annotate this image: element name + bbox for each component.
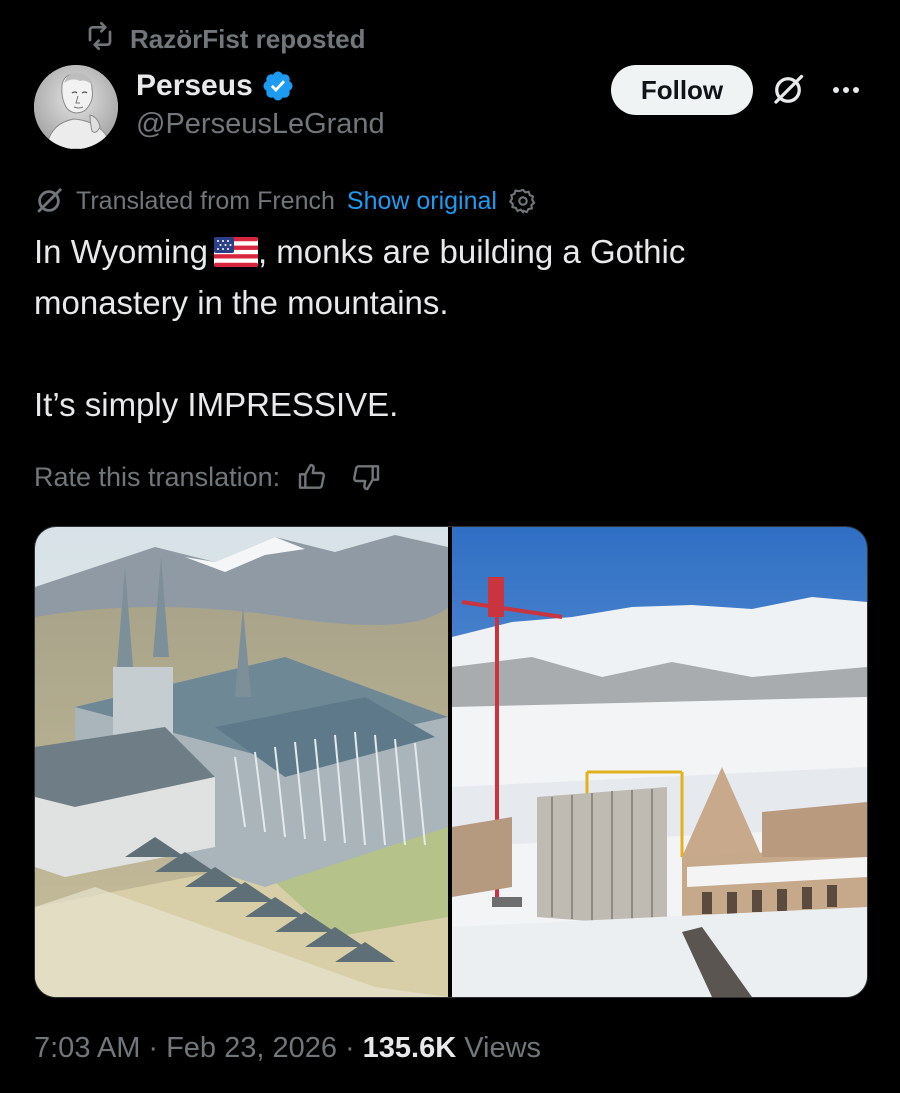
grok-translate-icon xyxy=(34,186,64,216)
tweet-line-3: It’s simply IMPRESSIVE. xyxy=(34,386,399,423)
grok-icon[interactable] xyxy=(770,72,806,108)
tweet-text: In Wyoming , monks are building a Gothic… xyxy=(34,226,864,430)
media-gallery xyxy=(34,526,868,998)
avatar[interactable] xyxy=(34,65,118,149)
media-image-monastery-construction-photo[interactable] xyxy=(452,527,867,997)
views-count: 135.6K xyxy=(362,1031,457,1064)
author-handle[interactable]: @PerseusLeGrand xyxy=(136,108,385,141)
tweet-meta: 7:03 AM · Feb 23, 2026 · 135.6K Views xyxy=(34,1028,541,1068)
rate-translation-label: Rate this translation: xyxy=(34,461,281,492)
translation-info: Translated from French Show original xyxy=(34,183,537,219)
media-image-gothic-monastery-illustration[interactable] xyxy=(35,527,448,997)
follow-button[interactable]: Follow xyxy=(611,65,753,115)
meta-separator: · xyxy=(148,1031,159,1064)
author-name-row[interactable]: Perseus xyxy=(136,66,295,106)
thumbs-down-icon[interactable] xyxy=(350,461,382,493)
views-label: Views xyxy=(464,1031,542,1064)
tweet-line-1: In Wyoming , monks are building a Gothic xyxy=(34,233,686,270)
tweet-date[interactable]: Feb 23, 2026 xyxy=(166,1032,337,1065)
us-flag-icon xyxy=(213,237,258,267)
more-options-icon[interactable] xyxy=(828,76,864,104)
repost-label: RazörFist reposted xyxy=(130,23,366,54)
tweet-time[interactable]: 7:03 AM xyxy=(34,1032,140,1065)
rate-translation: Rate this translation: xyxy=(34,458,382,496)
translated-label: Translated from French xyxy=(76,186,335,215)
author-name[interactable]: Perseus xyxy=(136,69,253,103)
meta-separator: · xyxy=(345,1031,355,1064)
repost-icon xyxy=(84,20,116,59)
translation-settings-gear-icon[interactable] xyxy=(508,187,537,215)
thumbs-up-icon[interactable] xyxy=(296,461,328,493)
show-original-link[interactable]: Show original xyxy=(347,187,497,216)
repost-indicator[interactable]: RazörFist reposted xyxy=(84,20,366,59)
tweet-line-2: monastery in the mountains. xyxy=(34,284,449,321)
verified-badge-icon[interactable] xyxy=(261,69,295,103)
